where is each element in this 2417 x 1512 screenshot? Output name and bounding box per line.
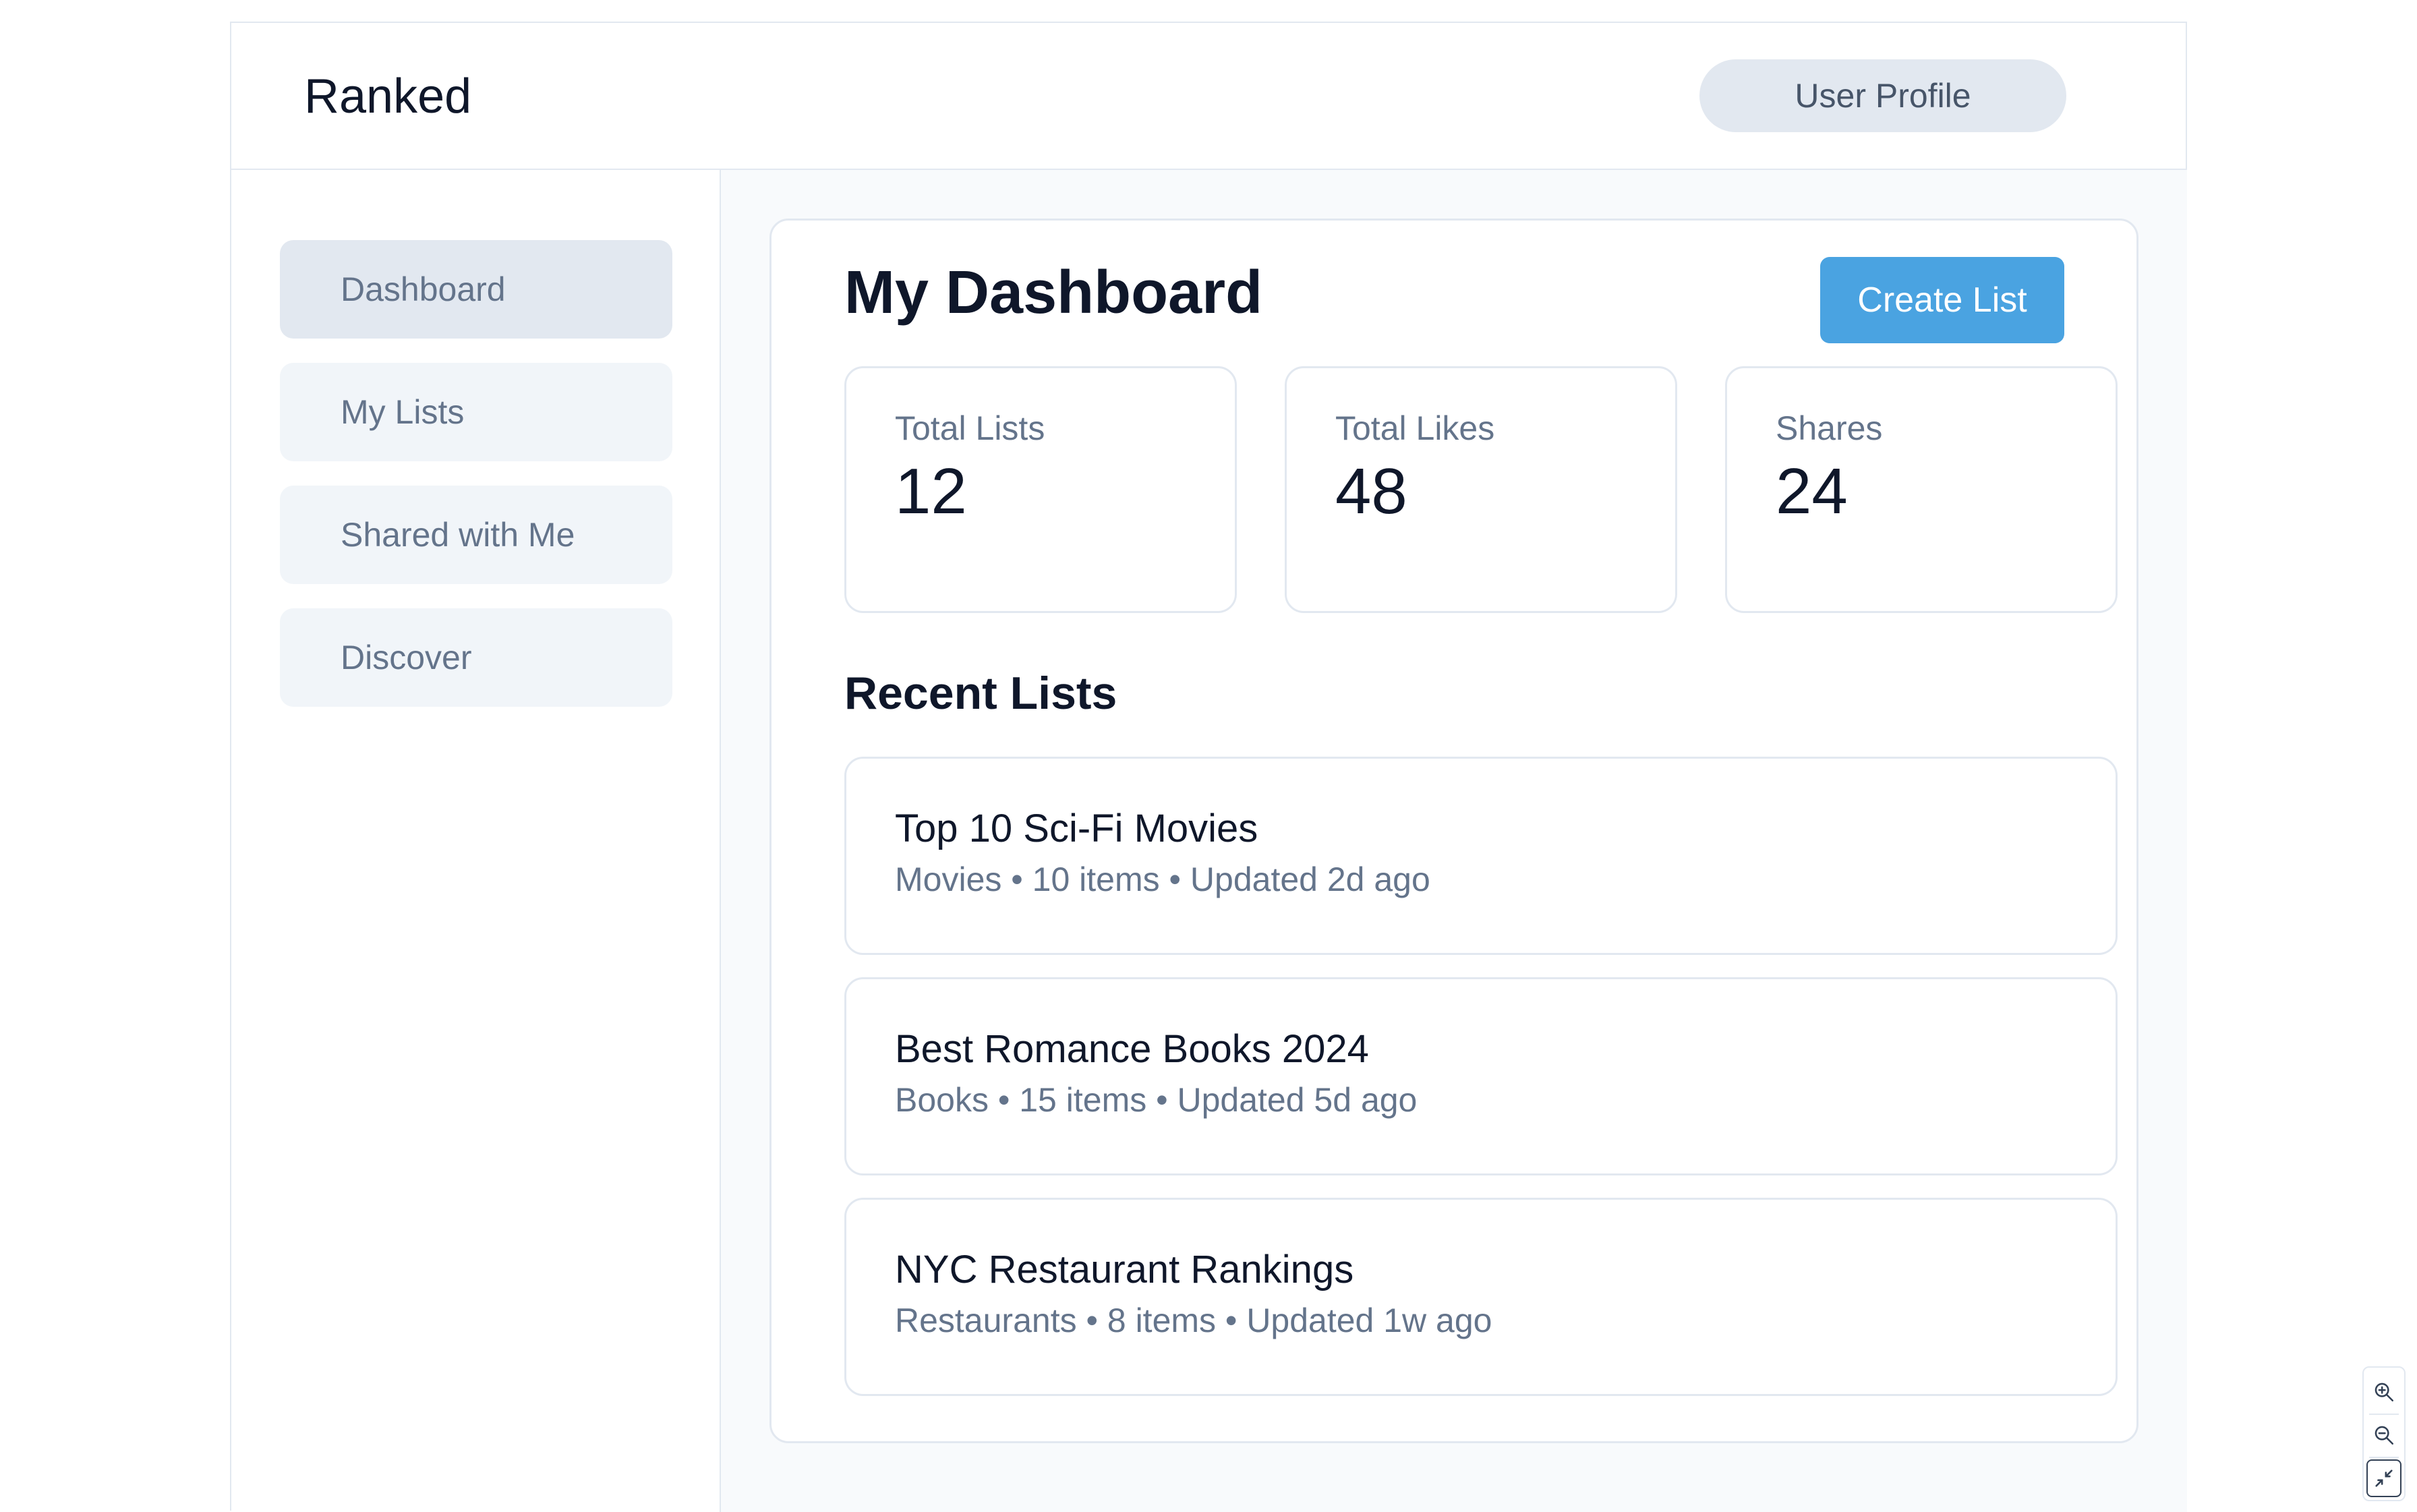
zoom-divider — [2369, 1414, 2399, 1415]
stat-card-total-lists: Total Lists 12 — [844, 366, 1237, 613]
header: Ranked User Profile — [231, 23, 2186, 170]
list-item-title: Best Romance Books 2024 — [895, 1027, 1369, 1071]
stat-value: 24 — [1776, 455, 1848, 527]
create-list-button[interactable]: Create List — [1820, 257, 2064, 343]
app-window: Ranked User Profile Dashboard My Lists S… — [230, 22, 2187, 1512]
brand-logo[interactable]: Ranked — [304, 67, 471, 125]
stat-value: 12 — [895, 455, 967, 527]
page-title: My Dashboard — [844, 259, 1263, 326]
user-profile-button[interactable]: User Profile — [1699, 59, 2066, 132]
zoom-out-icon[interactable] — [2366, 1416, 2401, 1454]
zoom-in-icon[interactable] — [2366, 1373, 2401, 1411]
stat-label: Shares — [1776, 409, 1883, 447]
sidebar-item-label: Dashboard — [341, 270, 506, 308]
list-item-title: NYC Restaurant Rankings — [895, 1248, 1354, 1291]
sidebar-item-label: Shared with Me — [341, 516, 575, 554]
stat-card-shares: Shares 24 — [1725, 366, 2118, 613]
dashboard-panel: My Dashboard Create List Total Lists 12 … — [769, 219, 2138, 1443]
list-item[interactable]: Top 10 Sci-Fi Movies Movies • 10 items •… — [844, 757, 2118, 955]
sidebar-item-my-lists[interactable]: My Lists — [280, 363, 672, 461]
list-item[interactable]: NYC Restaurant Rankings Restaurants • 8 … — [844, 1198, 2118, 1396]
list-item-meta: Movies • 10 items • Updated 2d ago — [895, 861, 1430, 898]
list-item-title: Top 10 Sci-Fi Movies — [895, 807, 1258, 850]
zoom-controls — [2362, 1366, 2406, 1501]
main-content: My Dashboard Create List Total Lists 12 … — [721, 170, 2187, 1512]
sidebar-item-label: Discover — [341, 639, 472, 676]
stat-card-total-likes: Total Likes 48 — [1285, 366, 1677, 613]
list-item-meta: Restaurants • 8 items • Updated 1w ago — [895, 1302, 1492, 1339]
zoom-divider — [2369, 1457, 2399, 1458]
sidebar-item-discover[interactable]: Discover — [280, 608, 672, 707]
list-item-meta: Books • 15 items • Updated 5d ago — [895, 1081, 1418, 1119]
collapse-icon[interactable] — [2366, 1459, 2401, 1497]
sidebar-item-dashboard[interactable]: Dashboard — [280, 240, 672, 339]
stat-label: Total Lists — [895, 409, 1045, 447]
sidebar-item-shared-with-me[interactable]: Shared with Me — [280, 486, 672, 584]
sidebar: Dashboard My Lists Shared with Me Discov… — [231, 170, 721, 1512]
sidebar-item-label: My Lists — [341, 393, 465, 431]
recent-lists-heading: Recent Lists — [844, 668, 1117, 719]
stat-label: Total Likes — [1335, 409, 1495, 447]
stat-value: 48 — [1335, 455, 1407, 527]
list-item[interactable]: Best Romance Books 2024 Books • 15 items… — [844, 977, 2118, 1175]
